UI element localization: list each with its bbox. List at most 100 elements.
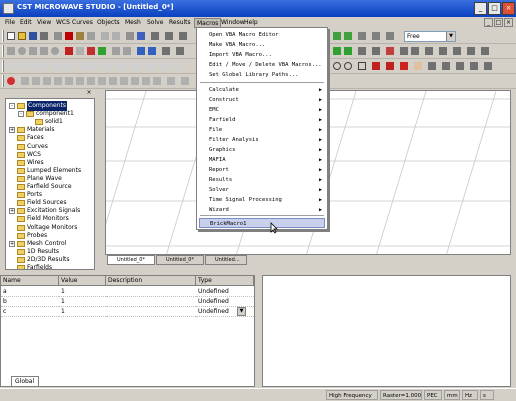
measure-icon[interactable] bbox=[455, 61, 465, 71]
mdi-restore-button[interactable]: □ bbox=[494, 18, 503, 27]
options-icon[interactable] bbox=[483, 61, 493, 71]
zoom-fit-icon[interactable] bbox=[89, 61, 99, 71]
param-cell-name[interactable]: c bbox=[1, 307, 59, 317]
menu-item-brickmacro1[interactable]: BrickMacro1 bbox=[199, 218, 325, 228]
paste-icon[interactable] bbox=[75, 31, 85, 41]
param-cell-type[interactable]: Undefined bbox=[196, 287, 254, 297]
menu-item-construct[interactable]: Construct ▶ bbox=[199, 95, 325, 105]
menu-item-open-vba-editor[interactable]: Open VBA Macro Editor bbox=[199, 30, 325, 40]
param-cell-name[interactable]: b bbox=[1, 297, 59, 307]
curve-spline-icon[interactable] bbox=[42, 76, 52, 86]
tab-untitled-2[interactable]: Untitled... bbox=[205, 255, 247, 265]
save-icon[interactable] bbox=[28, 31, 38, 41]
arrow-icon[interactable] bbox=[441, 61, 451, 71]
curve-trace-icon[interactable] bbox=[97, 76, 107, 86]
menu-edit[interactable]: Edit bbox=[18, 18, 34, 28]
cut-icon[interactable] bbox=[53, 31, 63, 41]
maximize-button[interactable]: □ bbox=[488, 2, 501, 15]
pick-edge-icon[interactable] bbox=[410, 46, 420, 56]
pane-splitter[interactable] bbox=[256, 275, 261, 387]
navigation-tree[interactable]: - Components - component1 solid1 + Materials Fa… bbox=[5, 98, 95, 270]
cutting-plane-icon[interactable] bbox=[117, 61, 127, 71]
copy-icon[interactable] bbox=[64, 31, 74, 41]
curve-polygon-icon[interactable] bbox=[53, 76, 63, 86]
toolbar-grip[interactable] bbox=[2, 45, 4, 57]
menu-item-farfield[interactable]: Farfield ▶ bbox=[199, 115, 325, 125]
symmetry-icon[interactable] bbox=[175, 46, 185, 56]
view-bottom-icon[interactable] bbox=[64, 61, 74, 71]
menu-view[interactable]: View bbox=[35, 18, 53, 28]
tab-untitled-0[interactable]: Untitled_0* bbox=[107, 255, 155, 265]
menu-curves[interactable]: Curves bbox=[70, 18, 95, 28]
stop-icon[interactable] bbox=[399, 61, 409, 71]
mdi-minimize-button[interactable]: _ bbox=[484, 18, 493, 27]
toolbar-grip[interactable] bbox=[2, 30, 4, 42]
boolean-subtract-icon[interactable] bbox=[86, 46, 96, 56]
view-icon[interactable] bbox=[332, 31, 342, 41]
circle-icon[interactable] bbox=[332, 61, 342, 71]
dimension-icon[interactable] bbox=[452, 46, 462, 56]
expand-icon[interactable]: + bbox=[9, 208, 15, 215]
column-header-type[interactable]: Type bbox=[196, 276, 254, 286]
transparency-icon[interactable] bbox=[145, 61, 155, 71]
grid-toggle-icon[interactable] bbox=[469, 61, 479, 71]
param-cell-description[interactable] bbox=[106, 307, 196, 317]
tree-close-icon[interactable]: × bbox=[85, 89, 93, 97]
help-icon[interactable] bbox=[136, 31, 146, 41]
curve-arc-icon[interactable] bbox=[31, 76, 41, 86]
menu-mesh[interactable]: Mesh bbox=[123, 18, 143, 28]
grid-icon[interactable] bbox=[466, 46, 476, 56]
menu-item-make-vba-macro[interactable]: Make VBA Macro... bbox=[199, 40, 325, 50]
clear-picks-icon[interactable] bbox=[438, 46, 448, 56]
column-header-name[interactable]: Name bbox=[1, 276, 59, 286]
background-icon[interactable] bbox=[385, 31, 395, 41]
curve-blend-icon[interactable] bbox=[108, 76, 118, 86]
wcs-move-icon[interactable] bbox=[357, 46, 367, 56]
tab-global[interactable]: Global bbox=[11, 376, 39, 387]
view-right-icon[interactable] bbox=[39, 61, 49, 71]
start-solver-icon[interactable] bbox=[357, 31, 367, 41]
menu-item-solver[interactable]: Solver ▶ bbox=[199, 185, 325, 195]
menu-item-import-vba-macro[interactable]: Import VBA Macro... bbox=[199, 50, 325, 60]
reset-view-icon[interactable] bbox=[78, 61, 88, 71]
view-back-icon[interactable] bbox=[17, 61, 27, 71]
curve-project-icon[interactable] bbox=[141, 76, 151, 86]
param-cell-description[interactable] bbox=[106, 287, 196, 297]
type-dropdown-chevron-icon[interactable]: ▼ bbox=[237, 307, 246, 316]
redo-icon[interactable] bbox=[111, 31, 121, 41]
menu-item-wizard[interactable]: Wizard ▶ bbox=[199, 205, 325, 215]
open-folder-icon[interactable] bbox=[17, 31, 27, 41]
param-cell-value[interactable]: 1 bbox=[59, 297, 106, 307]
zoom-icon[interactable] bbox=[150, 31, 160, 41]
pick-icon[interactable] bbox=[122, 46, 132, 56]
wireframe-icon[interactable] bbox=[131, 61, 141, 71]
new-file-icon[interactable] bbox=[6, 31, 16, 41]
pick-face-icon[interactable] bbox=[424, 46, 434, 56]
port-icon[interactable] bbox=[136, 46, 146, 56]
menu-item-emc[interactable]: EMC ▶ bbox=[199, 105, 325, 115]
menu-item-filter-analysis[interactable]: Filter Analysis ▶ bbox=[199, 135, 325, 145]
curve-3d-icon[interactable] bbox=[152, 76, 162, 86]
collapse-icon[interactable]: - bbox=[9, 103, 15, 109]
ellipse-icon[interactable] bbox=[343, 61, 353, 71]
menu-item-results[interactable]: Results ▶ bbox=[199, 175, 325, 185]
menu-item-calculate[interactable]: Calculate ▶ bbox=[199, 85, 325, 95]
line-icon[interactable] bbox=[371, 61, 381, 71]
lock-icon[interactable] bbox=[427, 61, 437, 71]
param-cell-value[interactable]: 1 bbox=[59, 287, 106, 297]
menu-solve[interactable]: Solve bbox=[145, 18, 165, 28]
menu-results[interactable]: Results bbox=[167, 18, 193, 28]
red-circle-icon[interactable] bbox=[6, 76, 16, 86]
menu-item-set-library-paths[interactable]: Set Global Library Paths... bbox=[199, 70, 325, 80]
polyline-icon[interactable] bbox=[385, 61, 395, 71]
view-front-icon[interactable] bbox=[6, 61, 16, 71]
frequency-combo[interactable]: Free ▼ bbox=[404, 31, 456, 42]
minimize-button[interactable]: _ bbox=[474, 2, 487, 15]
pan-icon[interactable] bbox=[178, 31, 188, 41]
param-cell-description[interactable] bbox=[106, 297, 196, 307]
tab-untitled-1[interactable]: Untitled_0* bbox=[156, 255, 204, 265]
menu-objects[interactable]: Objects bbox=[95, 18, 122, 28]
column-header-value[interactable]: Value bbox=[59, 276, 106, 286]
rectangle-icon[interactable] bbox=[357, 61, 367, 71]
param-cell-type[interactable]: Undefined bbox=[196, 297, 254, 307]
